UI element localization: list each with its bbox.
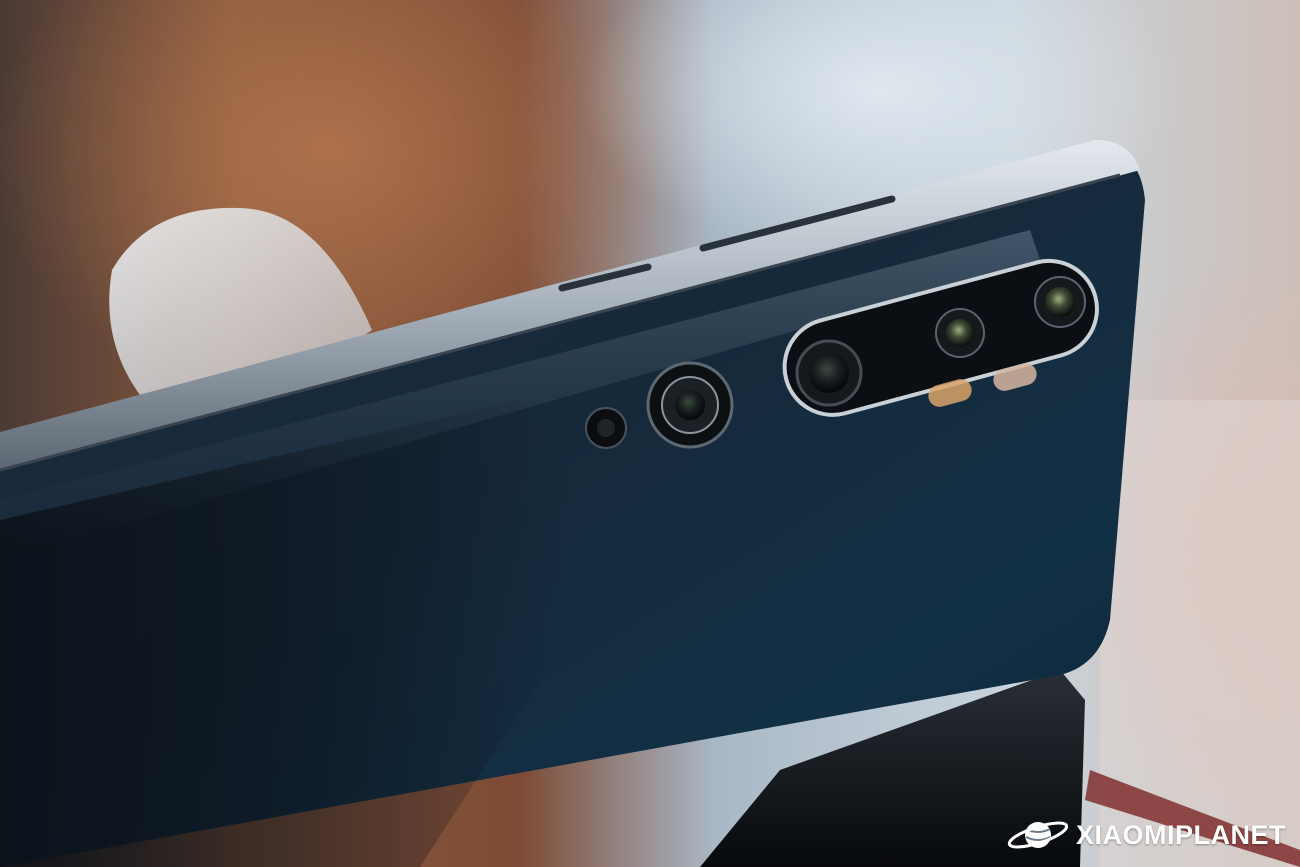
secondary-lens: [935, 308, 985, 358]
tertiary-lens: [1034, 276, 1086, 328]
phone-photo: [0, 0, 1300, 867]
laser-sensor: [585, 407, 627, 449]
watermark: XIAOMIPLANET: [1006, 815, 1286, 855]
photo-scene: XIAOMIPLANET: [0, 0, 1300, 867]
macro-lens: [646, 361, 734, 449]
main-lens: [795, 339, 863, 407]
planet-logo-icon: [1007, 821, 1069, 849]
watermark-text: XIAOMIPLANET: [1075, 819, 1286, 850]
